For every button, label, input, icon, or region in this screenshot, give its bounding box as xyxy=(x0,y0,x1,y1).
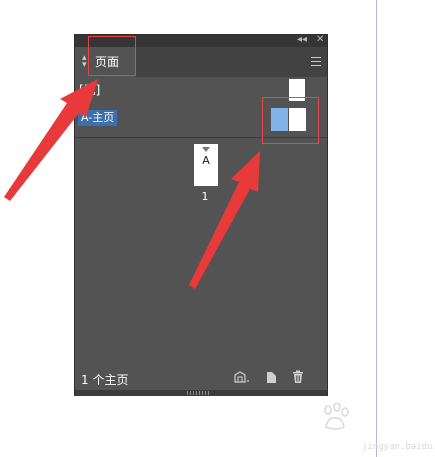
annotation-arrow-right xyxy=(189,151,260,289)
watermark-url: jingyan.baidu.com xyxy=(362,442,435,452)
annotation-arrow-left xyxy=(4,79,98,201)
annotation-arrows xyxy=(4,79,260,289)
watermark-logo xyxy=(318,402,380,435)
